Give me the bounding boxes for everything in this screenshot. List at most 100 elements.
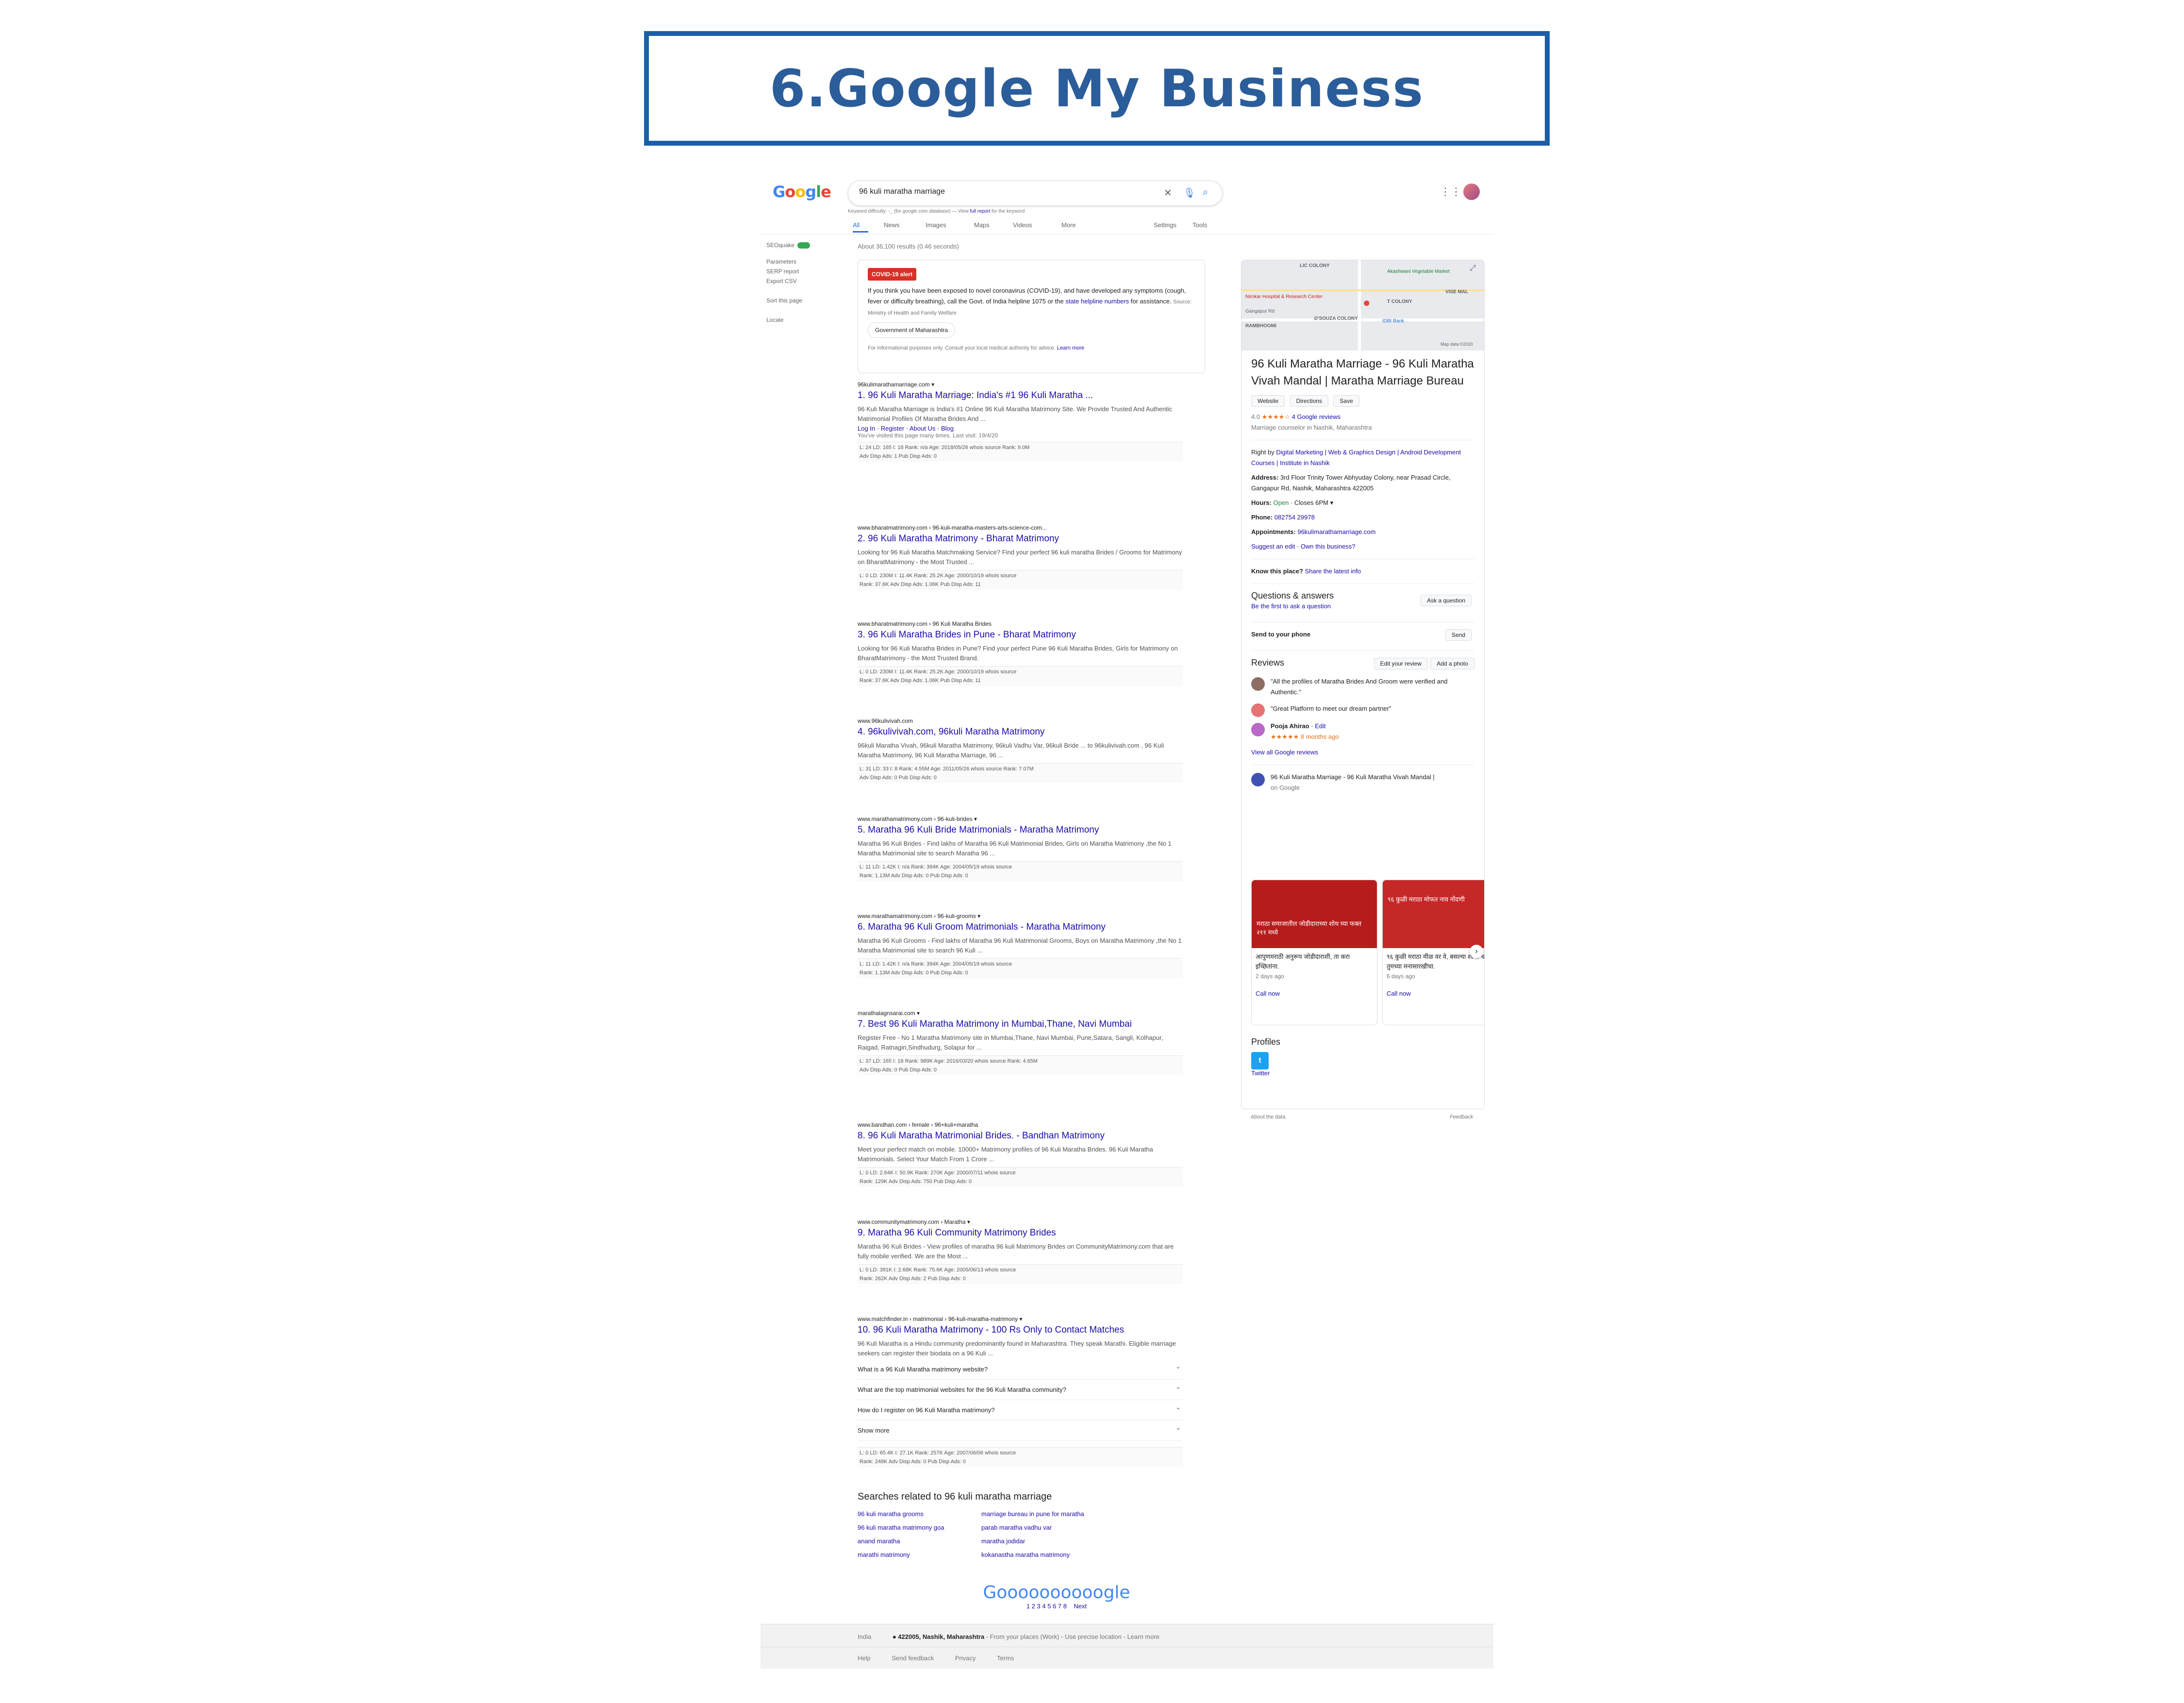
apps-grid-icon[interactable]: ⋮⋮ bbox=[1440, 185, 1461, 198]
gov-maharashtra-chip[interactable]: Government of Maharashtra bbox=[868, 322, 956, 338]
learn-more-link[interactable]: Learn more bbox=[1057, 345, 1084, 351]
related-item[interactable]: 96 kuli maratha grooms bbox=[858, 1510, 924, 1518]
send-button[interactable]: Send bbox=[1445, 629, 1472, 641]
page: 6.Google My Business Google 96 kuli mara… bbox=[0, 0, 2184, 1703]
result-title[interactable]: 5. Maratha 96 Kuli Bride Matrimonials - … bbox=[858, 824, 1183, 836]
mic-icon[interactable]: 🎙 bbox=[1183, 187, 1195, 199]
state-helpline-link[interactable]: state helpline numbers bbox=[1065, 298, 1129, 305]
related-item[interactable]: maratha jodidar bbox=[981, 1537, 1025, 1545]
appointments-link[interactable]: 96kulimarathamarriage.com bbox=[1297, 528, 1375, 535]
footer-location-note[interactable]: - From your places (Work) - Use precise … bbox=[986, 1633, 1159, 1640]
result-title[interactable]: 6. Maratha 96 Kuli Groom Matrimonials - … bbox=[858, 921, 1183, 933]
tab-videos[interactable]: Videos bbox=[1013, 221, 1032, 229]
ask-question-button[interactable]: Ask a question bbox=[1421, 595, 1472, 606]
result-url[interactable]: marathalagnsarai.com ▾ bbox=[858, 1010, 1183, 1018]
sidebar-item-parameters[interactable]: Parameters bbox=[766, 257, 825, 267]
footer-privacy[interactable]: Privacy bbox=[955, 1654, 976, 1662]
tab-news[interactable]: News bbox=[884, 221, 900, 229]
faq-item[interactable]: What is a 96 Kuli Maratha matrimony webs… bbox=[858, 1356, 1183, 1380]
view-all-reviews-link[interactable]: View all Google reviews bbox=[1251, 747, 1474, 758]
tab-images[interactable]: Images bbox=[926, 221, 946, 229]
result-url[interactable]: www.96kulivivah.com bbox=[858, 718, 1183, 726]
seoquake-toggle[interactable]: SEOquake bbox=[766, 240, 825, 250]
feedback-link[interactable]: Feedback bbox=[1450, 1114, 1473, 1120]
result-title[interactable]: 7. Best 96 Kuli Maratha Matrimony in Mum… bbox=[858, 1018, 1183, 1030]
result-snippet: Looking for 96 Kuli Maratha Brides in Pu… bbox=[858, 645, 1178, 662]
website-button[interactable]: Website bbox=[1251, 395, 1285, 407]
result-url[interactable]: www.marathamatrimony.com › 96-kuli-groom… bbox=[858, 913, 1183, 921]
result-url[interactable]: www.bharatmatrimony.com › 96 Kuli Marath… bbox=[858, 620, 1183, 629]
tab-maps[interactable]: Maps bbox=[974, 221, 990, 229]
phone-link[interactable]: 082754 29978 bbox=[1274, 514, 1315, 521]
search-box[interactable]: 96 kuli maratha marriage ✕ 🎙 ⌕ bbox=[848, 181, 1223, 206]
result-title[interactable]: 2. 96 Kuli Maratha Matrimony - Bharat Ma… bbox=[858, 533, 1183, 545]
seoquake-bar: L: 11 LD: 1.42K I: n/a Rank: 394K Age: 2… bbox=[858, 861, 1183, 881]
edit-review-button[interactable]: Edit your review bbox=[1373, 658, 1428, 669]
tab-settings[interactable]: Settings bbox=[1154, 221, 1176, 229]
hours-row[interactable]: Hours: Open · Closes 6PM ▾ bbox=[1251, 498, 1474, 508]
call-now-link[interactable]: Call now bbox=[1256, 989, 1373, 999]
twitter-profile[interactable]: t Twitter bbox=[1251, 1052, 1474, 1077]
related-item[interactable]: 96 kuli maratha matrimony goa bbox=[858, 1524, 944, 1531]
full-report-link[interactable]: full report bbox=[970, 209, 990, 214]
tab-tools[interactable]: Tools bbox=[1192, 221, 1207, 229]
related-item[interactable]: parab maratha vadhu var bbox=[981, 1524, 1052, 1531]
related-item[interactable]: marriage bureau in pune for maratha bbox=[981, 1510, 1084, 1518]
about-data-link[interactable]: About the data bbox=[1251, 1114, 1286, 1120]
owner-link[interactable]: Digital Marketing | Web & Graphics Desig… bbox=[1251, 449, 1461, 467]
result-url[interactable]: 96kulimarathamarriage.com ▾ bbox=[858, 381, 1183, 390]
result-url[interactable]: www.bharatmatrimony.com › 96-kuli-marath… bbox=[858, 524, 1183, 533]
faq-item[interactable]: How do I register on 96 Kuli Maratha mat… bbox=[858, 1397, 1183, 1420]
next-link[interactable]: Next bbox=[1074, 1603, 1087, 1610]
google-logo[interactable]: Google bbox=[773, 183, 831, 201]
search-result: www.bharatmatrimony.com › 96 Kuli Marath… bbox=[858, 620, 1183, 686]
reviews-link[interactable]: 4 Google reviews bbox=[1292, 413, 1340, 420]
result-title[interactable]: 3. 96 Kuli Maratha Brides in Pune - Bhar… bbox=[858, 629, 1183, 641]
footer-feedback[interactable]: Send feedback bbox=[892, 1654, 934, 1662]
sidebar-item-export-csv[interactable]: Export CSV bbox=[766, 276, 825, 286]
result-sitelinks[interactable]: Log In · Register · About Us · Blog bbox=[858, 425, 1183, 432]
sidebar-item-locale[interactable]: Locale bbox=[766, 315, 825, 325]
result-title[interactable]: 10. 96 Kuli Maratha Matrimony - 100 Rs O… bbox=[858, 1324, 1183, 1336]
result-url[interactable]: www.bandhan.com › female › 96+kuli+marat… bbox=[858, 1121, 1183, 1130]
search-result: marathalagnsarai.com ▾ 7. Best 96 Kuli Ma… bbox=[858, 1010, 1183, 1075]
sidebar-item-serp-report[interactable]: SERP report bbox=[766, 267, 825, 276]
share-info-link[interactable]: Share the latest info bbox=[1305, 568, 1361, 575]
map-thumbnail[interactable]: LIC COLONY Akashwani Vegetable Market Ni… bbox=[1241, 260, 1484, 351]
result-title[interactable]: 8. 96 Kuli Maratha Matrimonial Brides. -… bbox=[858, 1130, 1183, 1142]
related-item[interactable]: marathi matrimony bbox=[858, 1551, 910, 1558]
search-input[interactable]: 96 kuli maratha marriage bbox=[859, 187, 945, 196]
expand-icon[interactable]: ⤢ bbox=[1470, 264, 1476, 273]
toggle-icon[interactable] bbox=[797, 242, 811, 249]
related-item[interactable]: anand maratha bbox=[858, 1537, 900, 1545]
result-title[interactable]: 1. 96 Kuli Maratha Marriage: India's #1 … bbox=[858, 390, 1183, 401]
footer-help[interactable]: Help bbox=[858, 1654, 871, 1662]
clear-icon[interactable]: ✕ bbox=[1164, 187, 1172, 199]
sidebar-item-sort[interactable]: Sort this page bbox=[766, 296, 825, 305]
result-url[interactable]: www.marathamatrimony.com › 96-kuli-bride… bbox=[858, 816, 1183, 824]
last-seo-bar: L: 0 LD: 65.4K I: 27.1K Rank: 257K Age: … bbox=[858, 1444, 1183, 1467]
call-now-link[interactable]: Call now bbox=[1387, 989, 1484, 999]
avatar[interactable] bbox=[1463, 184, 1480, 200]
save-button[interactable]: Save bbox=[1333, 395, 1359, 407]
carousel-next-icon[interactable]: › bbox=[1470, 945, 1483, 958]
edit-link[interactable]: · Edit bbox=[1311, 722, 1325, 730]
add-photo-button[interactable]: Add a photo bbox=[1430, 658, 1474, 669]
show-more-button[interactable]: Show more bbox=[858, 1418, 1183, 1441]
result-title[interactable]: 4. 96kulivivah.com, 96kuli Maratha Matri… bbox=[858, 726, 1183, 738]
related-item[interactable]: kokanastha maratha matrimony bbox=[981, 1551, 1070, 1558]
phone-row: Phone: 082754 29978 bbox=[1251, 514, 1315, 521]
search-icon[interactable]: ⌕ bbox=[1203, 187, 1208, 198]
result-title[interactable]: 9. Maratha 96 Kuli Community Matrimony B… bbox=[858, 1227, 1183, 1239]
tab-more[interactable]: More bbox=[1061, 221, 1076, 229]
post-card[interactable]: मराठा समाजातील जोडीदाराच्या शोध घ्या फक्… bbox=[1251, 880, 1377, 1025]
reviews-title: Reviews bbox=[1251, 658, 1285, 668]
faq-item[interactable]: What are the top matrimonial websites fo… bbox=[858, 1377, 1183, 1400]
directions-button[interactable]: Directions bbox=[1290, 395, 1328, 407]
suggest-edit-link[interactable]: Suggest an edit · Own this business? bbox=[1251, 541, 1474, 552]
result-url[interactable]: www.communitymatrimony.com › Maratha ▾ bbox=[858, 1219, 1183, 1227]
result-url[interactable]: www.matchfinder.in › matrimonial › 96-ku… bbox=[858, 1316, 1183, 1324]
page-numbers[interactable]: 1 2 3 4 5 6 7 8 bbox=[1026, 1603, 1067, 1610]
footer-terms[interactable]: Terms bbox=[997, 1654, 1014, 1662]
tab-all[interactable]: All bbox=[853, 221, 860, 229]
